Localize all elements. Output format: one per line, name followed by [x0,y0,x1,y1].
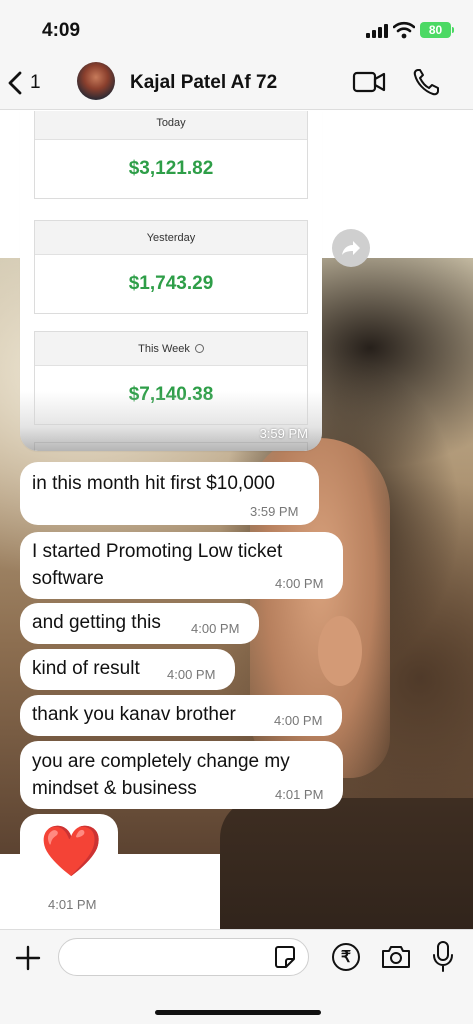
message-time: 4:00 PM [191,621,240,636]
camera-icon[interactable] [380,944,412,970]
plus-icon[interactable] [14,944,42,972]
battery-icon: 80 [420,22,454,38]
stat-value: $1,743.29 [128,273,214,294]
message-time: 4:00 PM [274,713,323,728]
message-time: 4:01 PM [275,787,324,802]
stat-card-today: Today $3,121.82 [34,111,308,199]
message-bubble[interactable]: in this month hit first $10,000 3:59 PM [20,462,319,525]
message-bubble[interactable]: and getting this 4:00 PM [20,603,259,644]
heart-emoji: ❤️ [40,823,103,879]
chat-area[interactable]: Today $3,121.82 Yesterday $1,743.29 This… [0,111,473,929]
message-bubble[interactable]: kind of result 4:00 PM [20,649,235,690]
cellular-signal-icon [366,24,388,38]
status-bar: 4:09 80 [0,0,473,56]
message-time: 4:00 PM [275,576,324,591]
payment-icon[interactable]: ₹ [332,943,360,971]
home-indicator [155,1010,321,1015]
stat-label: Yesterday [146,231,196,244]
back-button[interactable]: 1 [8,66,52,100]
message-text: thank you kanav brother [32,704,236,725]
emoji-message[interactable]: ❤️ 4:01 PM [20,814,118,919]
chevron-left-icon [8,71,22,95]
wallpaper-shirt [220,798,473,929]
message-text: kind of result [32,658,140,679]
stat-label: This Week [138,342,190,355]
message-time: 4:00 PM [167,667,216,682]
message-bubble[interactable]: thank you kanav brother 4:00 PM [20,695,342,736]
message-time: 4:01 PM [48,897,97,912]
avatar[interactable] [77,62,115,100]
image-shade [20,391,322,451]
info-icon [194,344,204,353]
unread-count: 1 [30,72,41,93]
chat-header: 1 Kajal Patel Af 72 [0,56,473,110]
share-arrow-icon [342,241,360,255]
message-bubble[interactable]: you are completely change my mindset & b… [20,741,343,809]
contact-name[interactable]: Kajal Patel Af 72 [130,72,277,94]
status-time: 4:09 [42,20,81,41]
sticker-icon[interactable] [272,944,298,970]
message-text: and getting this [32,612,161,633]
video-call-icon[interactable] [352,69,386,95]
stat-card-yesterday: Yesterday $1,743.29 [34,220,308,314]
message-time: 3:59 PM [250,504,299,519]
message-time: 3:59 PM [259,426,308,441]
phone-icon[interactable] [412,67,440,97]
wallpaper-ear [318,616,362,686]
microphone-icon[interactable] [432,940,454,974]
forward-button[interactable] [332,229,370,267]
composer-bar: ₹ [0,929,473,1024]
stat-value: $3,121.82 [128,158,214,179]
message-text: in this month hit first $10,000 [32,473,275,494]
shared-screenshot[interactable]: Today $3,121.82 Yesterday $1,743.29 This… [20,111,322,451]
message-bubble[interactable]: I started Promoting Low ticket software … [20,532,343,599]
stat-label: Today [156,116,186,129]
wifi-icon [393,21,415,39]
